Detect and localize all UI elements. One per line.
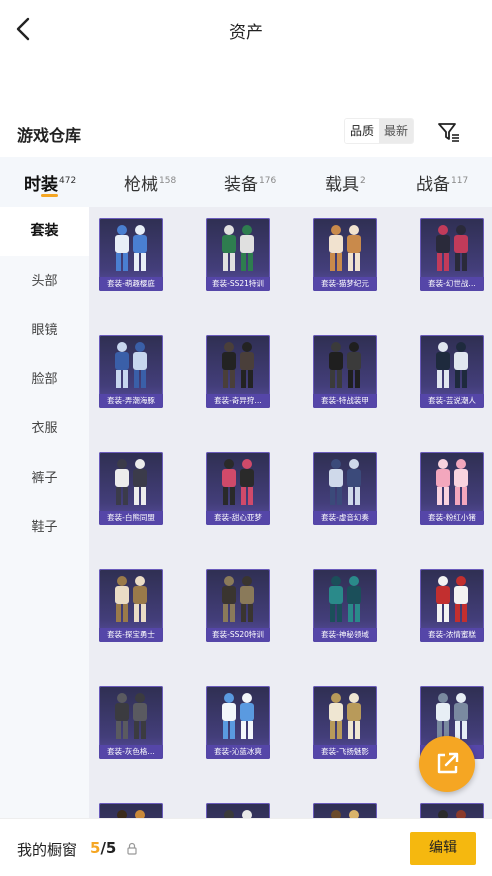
- outfit-thumbnail: [117, 810, 145, 818]
- outfit-name: 套装-弄潮海豚: [99, 394, 163, 408]
- outfit-card[interactable]: 套装-粉红小猪: [420, 452, 484, 525]
- outfit-thumbnail: [115, 576, 147, 622]
- outfit-thumbnail: [438, 810, 466, 818]
- category-sidebar: 套装 头部 眼镜 脸部 衣服 裤子 鞋子: [0, 207, 89, 818]
- outfit-name: 套装-特战装甲: [313, 394, 377, 408]
- outfit-card[interactable]: 套装-SS20特训: [206, 569, 270, 642]
- outfit-card[interactable]: 套装-灰色格…: [99, 686, 163, 759]
- sidebar-item-suits[interactable]: 套装: [0, 207, 89, 256]
- filter-icon: [438, 123, 459, 142]
- outfit-name: 套装-芸说潮人: [420, 394, 484, 408]
- outfit-thumbnail: [331, 810, 359, 818]
- outfit-name: 套装-沁蓝冰爽: [206, 745, 270, 759]
- outfit-card[interactable]: 套装-特战装甲: [313, 335, 377, 408]
- outfit-thumbnail: [224, 810, 252, 818]
- lock-icon: [127, 842, 137, 855]
- outfit-card[interactable]: 套装-奇异狩…: [206, 335, 270, 408]
- outfit-card[interactable]: 套装-沁蓝冰爽: [206, 686, 270, 759]
- outfit-card[interactable]: [420, 803, 484, 818]
- outfit-thumbnail: [115, 342, 147, 388]
- outfit-card[interactable]: 套装-神秘领域: [313, 569, 377, 642]
- warehouse-header: 游戏仓库 品质 最新: [0, 116, 492, 150]
- filter-button[interactable]: [437, 120, 461, 144]
- outfit-thumbnail: [222, 459, 254, 505]
- share-icon: [437, 752, 459, 774]
- outfit-thumbnail: [436, 459, 468, 505]
- sidebar-item-head[interactable]: 头部: [0, 257, 89, 306]
- outfit-thumbnail: [436, 225, 468, 271]
- tab-equipment[interactable]: 装备176: [224, 170, 276, 195]
- outfit-name: 套装-猫梦纪元: [313, 277, 377, 291]
- outfit-thumbnail: [329, 225, 361, 271]
- showcase-label: 我的橱窗: [17, 841, 78, 859]
- outfit-thumbnail: [436, 576, 468, 622]
- outfit-thumbnail: [222, 225, 254, 271]
- warehouse-title: 游戏仓库: [17, 126, 82, 145]
- outfit-card[interactable]: 套装-浓情蜜糕: [420, 569, 484, 642]
- tab-supplies[interactable]: 战备117: [416, 170, 468, 195]
- outfit-card[interactable]: 套装-飞扬魅影: [313, 686, 377, 759]
- category-tabs: 时装472 枪械158 装备176 载具2 战备117: [0, 157, 492, 207]
- sort-quality-option[interactable]: 品质: [345, 119, 380, 143]
- outfit-thumbnail: [329, 342, 361, 388]
- outfit-name: 套装-甜心亚梦: [206, 511, 270, 525]
- outfit-name: 套装-浓情蜜糕: [420, 628, 484, 642]
- outfit-thumbnail: [329, 693, 361, 739]
- outfit-name: 套装-探宝勇士: [99, 628, 163, 642]
- outfit-thumbnail: [115, 459, 147, 505]
- outfit-card[interactable]: 套装-白熊同盟: [99, 452, 163, 525]
- active-tab-indicator: [41, 194, 58, 197]
- outfit-thumbnail: [329, 576, 361, 622]
- sidebar-item-pants[interactable]: 裤子: [0, 454, 89, 503]
- outfit-name: 套装-SS21特训: [206, 277, 270, 291]
- outfit-name: 套装-飞扬魅影: [313, 745, 377, 759]
- outfit-name: 套装-白熊同盟: [99, 511, 163, 525]
- sidebar-item-clothes[interactable]: 衣服: [0, 404, 89, 453]
- outfit-card[interactable]: [313, 803, 377, 818]
- outfit-card[interactable]: 套装-芸说潮人: [420, 335, 484, 408]
- outfit-card[interactable]: [206, 803, 270, 818]
- tab-vehicles[interactable]: 载具2: [325, 170, 366, 195]
- outfit-card[interactable]: 套装-萌趣樱庭: [99, 218, 163, 291]
- outfit-thumbnail: [222, 693, 254, 739]
- outfit-card[interactable]: 套装-幻世战…: [420, 218, 484, 291]
- outfit-card[interactable]: 套装-探宝勇士: [99, 569, 163, 642]
- outfit-thumbnail: [222, 576, 254, 622]
- sort-latest-option[interactable]: 最新: [379, 119, 414, 143]
- sort-toggle: 品质 最新: [344, 118, 415, 144]
- outfit-card[interactable]: [99, 803, 163, 818]
- outfit-name: 套装-幻世战…: [420, 277, 484, 291]
- top-bar: 资产: [0, 0, 492, 58]
- outfit-card[interactable]: 套装-猫梦纪元: [313, 218, 377, 291]
- sidebar-item-face[interactable]: 脸部: [0, 355, 89, 404]
- outfit-thumbnail: [115, 693, 147, 739]
- showcase-count: 5/5: [90, 839, 116, 857]
- showcase-total: /5: [100, 839, 117, 857]
- tab-fashion[interactable]: 时装472: [24, 170, 76, 195]
- outfit-name: 套装-虚音幻奏: [313, 511, 377, 525]
- outfit-card[interactable]: 套装-弄潮海豚: [99, 335, 163, 408]
- showcase-bar: 我的橱窗 5/5 编辑: [0, 818, 492, 876]
- outfit-name: 套装-灰色格…: [99, 745, 163, 759]
- outfit-name: 套装-奇异狩…: [206, 394, 270, 408]
- outfit-card[interactable]: 套装-虚音幻奏: [313, 452, 377, 525]
- outfit-thumbnail: [329, 459, 361, 505]
- share-button[interactable]: [419, 736, 475, 792]
- outfit-name: 套装-SS20特训: [206, 628, 270, 642]
- outfit-thumbnail: [222, 342, 254, 388]
- outfit-name: 套装-萌趣樱庭: [99, 277, 163, 291]
- outfit-card[interactable]: 套装-甜心亚梦: [206, 452, 270, 525]
- sidebar-item-glasses[interactable]: 眼镜: [0, 306, 89, 355]
- sidebar-item-shoes[interactable]: 鞋子: [0, 503, 89, 552]
- item-grid: 套装-萌趣樱庭 套装-SS21特训 套装-猫梦纪元 套装-幻世战… 套装-弄潮海豚 套装-…: [89, 207, 492, 818]
- tab-guns[interactable]: 枪械158: [124, 170, 176, 195]
- outfit-name: 套装-神秘领域: [313, 628, 377, 642]
- edit-button[interactable]: 编辑: [410, 832, 476, 865]
- outfit-name: 套装-粉红小猪: [420, 511, 484, 525]
- outfit-thumbnail: [115, 225, 147, 271]
- outfit-thumbnail: [436, 342, 468, 388]
- page-title: 资产: [229, 23, 263, 43]
- outfit-card[interactable]: 套装-SS21特训: [206, 218, 270, 291]
- showcase-current: 5: [90, 839, 101, 857]
